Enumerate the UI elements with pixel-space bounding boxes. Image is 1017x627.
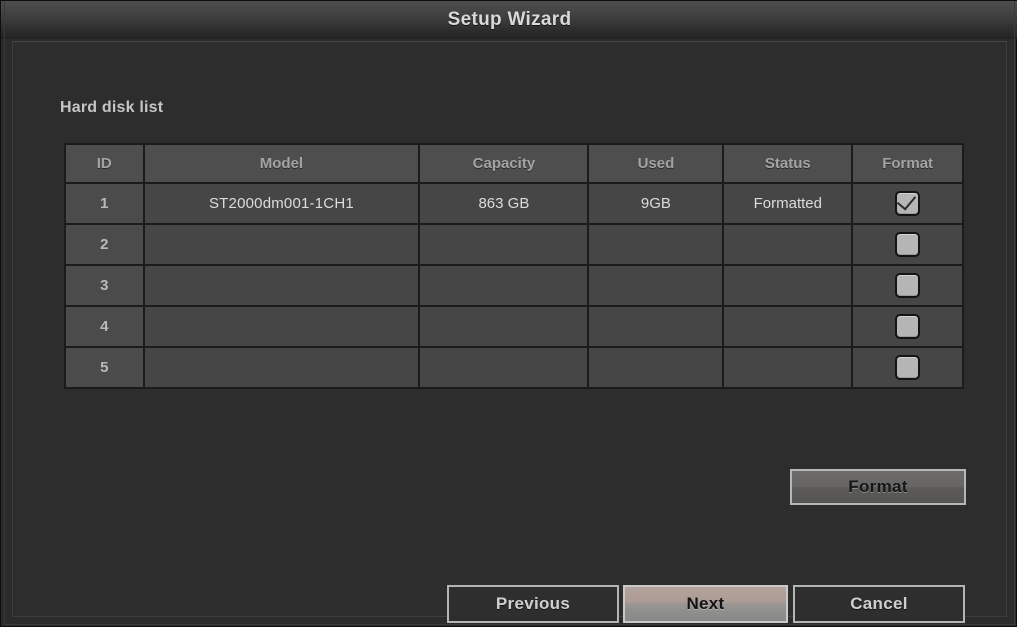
cell-capacity [418, 346, 590, 389]
cell-format [851, 305, 964, 348]
table-header: ID Model Capacity Used Status Format [64, 143, 964, 184]
cell-used [587, 305, 725, 348]
table-body: 1 ST2000dm001-1CH1 863 GB 9GB Formatted … [64, 182, 964, 389]
format-checkbox[interactable] [895, 355, 921, 380]
table-row[interactable]: 1 ST2000dm001-1CH1 863 GB 9GB Formatted [64, 182, 964, 225]
window-title: Setup Wizard [447, 9, 572, 30]
cell-model: ST2000dm001-1CH1 [142, 182, 421, 225]
cell-format [851, 264, 964, 307]
format-checkbox[interactable] [895, 232, 921, 257]
dialog-content-panel: Hard disk list ID Model Capacity Used St… [12, 41, 1007, 623]
cell-model [142, 264, 421, 307]
column-header-capacity: Capacity [418, 143, 590, 184]
cell-model [142, 346, 421, 389]
column-header-model: Model [142, 143, 421, 184]
previous-button[interactable]: Previous [447, 585, 619, 623]
table-header-row: ID Model Capacity Used Status Format [64, 143, 964, 184]
cell-format [851, 182, 964, 225]
cell-status [722, 264, 854, 307]
cell-capacity [418, 305, 590, 348]
cell-capacity [418, 264, 590, 307]
column-header-format: Format [851, 143, 964, 184]
next-button[interactable]: Next [623, 585, 788, 623]
check-icon [896, 190, 917, 211]
cell-status: Formatted [722, 182, 854, 225]
cell-status [722, 305, 854, 348]
hard-disk-table: ID Model Capacity Used Status Format 1 S… [64, 143, 964, 389]
column-header-used: Used [587, 143, 725, 184]
cell-capacity [418, 223, 590, 266]
window-titlebar: Setup Wizard [1, 1, 1017, 39]
setup-wizard-window: Setup Wizard Hard disk list ID Model Cap… [0, 0, 1017, 627]
format-button[interactable]: Format [790, 469, 966, 505]
cell-format [851, 346, 964, 389]
cell-id: 2 [64, 223, 145, 266]
table-row[interactable]: 5 [64, 346, 964, 389]
cell-id: 1 [64, 182, 145, 225]
cell-capacity: 863 GB [418, 182, 590, 225]
cell-model [142, 305, 421, 348]
hard-disk-list-label: Hard disk list [60, 99, 164, 116]
table-row[interactable]: 2 [64, 223, 964, 266]
format-checkbox[interactable] [895, 273, 921, 298]
cell-model [142, 223, 421, 266]
format-checkbox[interactable] [895, 190, 921, 216]
cell-used [587, 346, 725, 389]
cell-id: 5 [64, 346, 145, 389]
cell-used [587, 264, 725, 307]
cell-status [722, 346, 854, 389]
table-row[interactable]: 3 [64, 264, 964, 307]
cell-used [587, 223, 725, 266]
cell-used: 9GB [587, 182, 725, 225]
cell-format [851, 223, 964, 266]
column-header-id: ID [64, 143, 145, 184]
table-row[interactable]: 4 [64, 305, 964, 348]
column-header-status: Status [722, 143, 854, 184]
format-checkbox[interactable] [895, 314, 921, 339]
cell-id: 3 [64, 264, 145, 307]
cell-status [722, 223, 854, 266]
cancel-button[interactable]: Cancel [793, 585, 965, 623]
cell-id: 4 [64, 305, 145, 348]
